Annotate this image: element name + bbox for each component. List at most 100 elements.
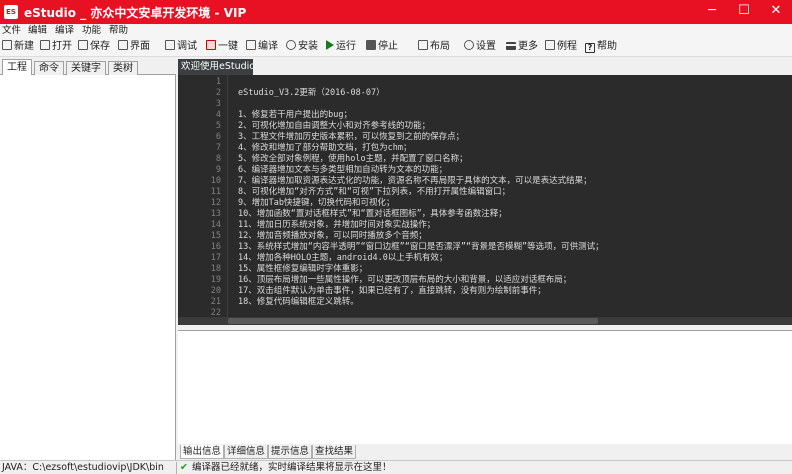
- more-button[interactable]: 更多: [506, 39, 538, 55]
- tab-project[interactable]: 工程: [2, 59, 32, 75]
- one-click-icon: [206, 40, 216, 50]
- tab-hints[interactable]: 提示信息: [268, 445, 312, 459]
- tab-class-tree[interactable]: 类树: [108, 61, 138, 75]
- install-button[interactable]: 安装: [286, 39, 318, 55]
- menu-function[interactable]: 功能: [82, 24, 101, 37]
- settings-icon: [464, 40, 474, 50]
- left-panel-tabs: 工程 命令 关键字 类树: [0, 59, 176, 75]
- line-number: 19: [210, 275, 221, 285]
- line-number: 13: [210, 209, 221, 219]
- code-line: 8、可视化增加“对齐方式”和“可视”下拉列表，不用打开属性编辑窗口；: [238, 187, 511, 197]
- title-bar: ES eStudio _ 亦众中文安卓开发环境 - VIP ─ ☐ ✕: [0, 0, 792, 24]
- window-title: eStudio _ 亦众中文安卓开发环境 - VIP: [24, 6, 247, 20]
- tab-keywords[interactable]: 关键字: [66, 61, 106, 75]
- line-number: 2: [215, 88, 221, 98]
- tab-welcome[interactable]: 欢迎使用eStudio: [178, 59, 253, 75]
- line-number: 20: [210, 286, 221, 296]
- code-line: 5、修改全部对象例程，使用holo主题，并配置了窗口名称；: [238, 154, 468, 164]
- code-line: 10、增加函数“置对话框样式”和“置对话框图标”，具体参考函数注释；: [238, 209, 507, 219]
- save-icon: [78, 40, 88, 50]
- code-line: 11、增加日历系统对象，并增加时间对象实战操作；: [238, 220, 436, 230]
- document-tab-bar: 欢迎使用eStudio: [178, 59, 792, 75]
- menu-compile[interactable]: 编译: [55, 24, 74, 37]
- toolbar: 新建 打开 保存 界面 调试 一键 编译 安装 运行 停止 布局 设置 更多 例…: [0, 37, 792, 57]
- line-number: 12: [210, 198, 221, 208]
- line-number: 5: [215, 121, 221, 131]
- status-divider: [176, 462, 177, 474]
- one-click-button[interactable]: 一键: [206, 39, 238, 55]
- examples-button[interactable]: 例程: [545, 39, 577, 55]
- code-line: eStudio_V3.2更新（2016-08-07）: [238, 88, 385, 98]
- code-line: 4、修改和增加了部分帮助文档，打包为chm；: [238, 143, 412, 153]
- status-message: 编译器已经就绪，实时编译结果将显示在这里！: [192, 462, 392, 473]
- java-path: JAVA：C:\ezsoft\estudiovip\JDK\bin: [2, 462, 164, 473]
- stop-button[interactable]: 停止: [366, 39, 398, 55]
- minimize-button[interactable]: ─: [696, 0, 728, 24]
- code-line: 6、编译器增加文本与多类型相加自动转为文本的功能；: [238, 165, 448, 175]
- run-icon: [326, 40, 334, 50]
- line-number: 8: [215, 154, 221, 164]
- designer-button[interactable]: 界面: [118, 39, 150, 55]
- line-number: 6: [215, 132, 221, 142]
- help-icon: ?: [585, 43, 595, 53]
- save-button[interactable]: 保存: [78, 39, 110, 55]
- check-icon: ✔: [180, 462, 188, 473]
- settings-button[interactable]: 设置: [464, 39, 496, 55]
- line-number-gutter: 1 2 3 4 5 6 7 8 9 10 11 12 13 14 15 16 1…: [178, 75, 228, 325]
- more-icon: [506, 42, 516, 50]
- code-line: 15、属性框修复编辑时字体重影；: [238, 264, 368, 274]
- code-line: 18、修复代码编辑框定义跳转。: [238, 297, 359, 307]
- run-button[interactable]: 运行: [326, 39, 356, 55]
- debug-icon: [165, 40, 175, 50]
- line-number: 16: [210, 242, 221, 252]
- line-number: 4: [215, 110, 221, 120]
- compile-icon: [246, 40, 256, 50]
- line-number: 7: [215, 143, 221, 153]
- layout-icon: [418, 40, 428, 50]
- open-button[interactable]: 打开: [40, 39, 72, 55]
- app-icon: ES: [4, 5, 18, 19]
- code-line: 13、系统样式增加“内容半透明”“窗口边框”“窗口是否漂浮”“背景是否模糊”等选…: [238, 242, 604, 252]
- compile-button[interactable]: 编译: [246, 39, 278, 55]
- close-button[interactable]: ✕: [760, 0, 792, 24]
- tab-commands[interactable]: 命令: [34, 61, 64, 75]
- code-line: 3、工程文件增加历史版本累积，可以恢复到之前的保存点；: [238, 132, 465, 142]
- line-number: 11: [210, 187, 221, 197]
- menu-file[interactable]: 文件: [2, 24, 21, 37]
- menu-bar: 文件 编辑 编译 功能 帮助: [0, 24, 792, 37]
- code-line: 17、双击组件默认为单击事件，如果已经有了，直接跳转，没有则为绘制前事件；: [238, 286, 546, 296]
- line-number: 14: [210, 220, 221, 230]
- tab-output[interactable]: 输出信息: [180, 445, 224, 459]
- code-line: 1、修复若干用户提出的bug；: [238, 110, 352, 120]
- designer-icon: [118, 40, 128, 50]
- project-tree-panel[interactable]: [0, 75, 176, 460]
- tab-find-results[interactable]: 查找结果: [312, 445, 356, 459]
- help-button[interactable]: ? 帮助: [585, 39, 617, 55]
- debug-button[interactable]: 调试: [165, 39, 197, 55]
- line-number: 1: [215, 77, 221, 87]
- code-line: 9、增加Tab快捷键，切换代码和可视化；: [238, 198, 395, 208]
- code-line: 7、编译器增加取资源表达式化的功能，资源名称不再局限于具体的文本，可以是表达式结…: [238, 176, 592, 186]
- menu-edit[interactable]: 编辑: [28, 24, 47, 37]
- code-line: 16、顶层布局增加一些属性操作，可以更改顶层布局的大小和背景，以适应对话框布局；: [238, 275, 572, 285]
- tab-details[interactable]: 详细信息: [224, 445, 268, 459]
- new-file-icon: [2, 40, 12, 50]
- stop-icon: [366, 40, 376, 50]
- maximize-button[interactable]: ☐: [728, 0, 760, 24]
- line-number: 9: [215, 165, 221, 175]
- line-number: 17: [210, 253, 221, 263]
- layout-button[interactable]: 布局: [418, 39, 450, 55]
- line-number: 21: [210, 297, 221, 307]
- line-number: 10: [210, 176, 221, 186]
- scrollbar-thumb[interactable]: [228, 318, 598, 324]
- code-editor[interactable]: 1 2 3 4 5 6 7 8 9 10 11 12 13 14 15 16 1…: [178, 75, 792, 325]
- examples-icon: [545, 40, 555, 50]
- code-line: 12、增加音频播放对象，可以同时播放多个音频；: [238, 231, 427, 241]
- output-panel[interactable]: [178, 330, 792, 444]
- line-number: 3: [215, 99, 221, 109]
- new-button[interactable]: 新建: [2, 39, 34, 55]
- output-tabs: 输出信息 详细信息 提示信息 查找结果: [178, 445, 792, 459]
- menu-help[interactable]: 帮助: [109, 24, 128, 37]
- install-icon: [286, 40, 296, 50]
- horizontal-scrollbar[interactable]: [178, 317, 792, 325]
